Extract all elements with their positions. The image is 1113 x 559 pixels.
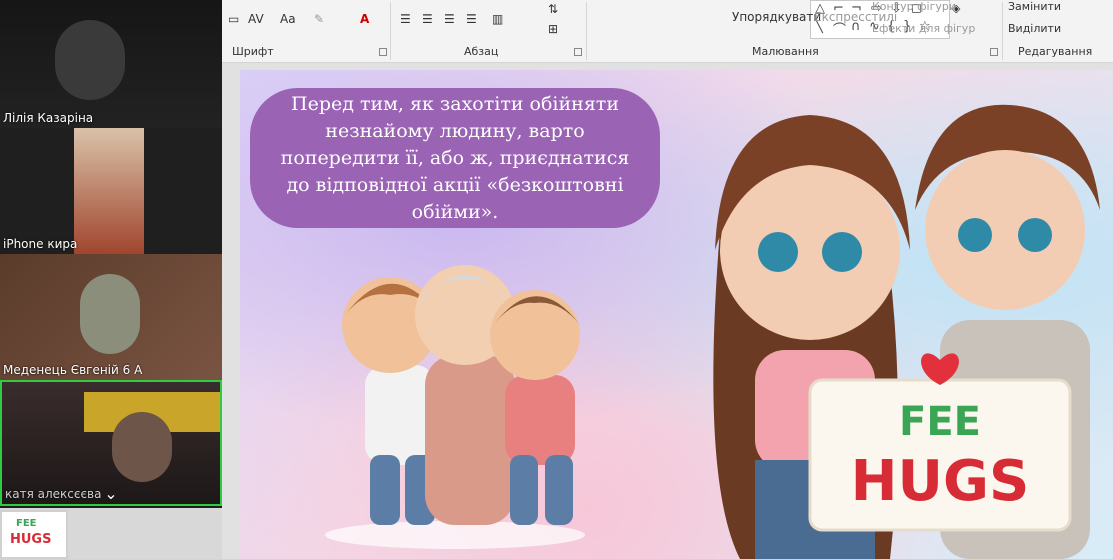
drawing-group-label: Малювання (752, 45, 819, 58)
participant-3-name: Меденець Євгеній 6 А (3, 363, 143, 377)
shape-effects-button[interactable]: Ефекти для фігур (872, 22, 975, 35)
slide-thumbnail[interactable]: FEE HUGS (0, 510, 68, 559)
chevron-down-icon[interactable]: ⌄ (100, 484, 122, 503)
text-direction-icon[interactable]: ⇅ (548, 2, 558, 16)
drawing-dialog-launcher[interactable] (990, 48, 998, 56)
participant-2-video (74, 128, 144, 254)
thumbnail-text-line2: HUGS (10, 532, 52, 547)
align-center-icon[interactable]: ☰ (422, 12, 433, 26)
arrange-button[interactable]: Упорядкувати (732, 10, 821, 24)
paragraph-group-label: Абзац (464, 45, 499, 58)
shape-outline-button[interactable]: Контур фігури (872, 0, 956, 13)
font-dialog-launcher[interactable] (379, 48, 387, 56)
editing-group-label: Редагування (1018, 45, 1093, 58)
change-case-button[interactable]: Aa (280, 12, 296, 26)
char-spacing-button[interactable]: AV (248, 12, 264, 26)
slide-workspace: Перед тим, як захотіти обійняти незнайом… (222, 63, 1113, 559)
participant-3-video (80, 274, 140, 354)
kids-illustration: FEE HUGS (713, 104, 1100, 559)
ribbon: ▭ AV Aa ✎ A Шрифт ☰ ☰ ☰ ☰ ▥ ⇅ ⊞ Абзац △ … (222, 0, 1113, 63)
replace-button[interactable]: Замінити (1008, 0, 1061, 13)
font-group-label: Шрифт (232, 45, 274, 58)
participant-tile-2[interactable]: iPhone кира (0, 128, 222, 254)
slide-text: Перед тим, як захотіти обійняти незнайом… (280, 92, 630, 223)
font-color-fill-button[interactable]: ▭ (228, 12, 239, 26)
participant-tile-3[interactable]: Меденець Євгеній 6 А (0, 254, 222, 380)
quick-styles-button[interactable]: Експресстилі (814, 10, 897, 24)
justify-icon[interactable]: ☰ (466, 12, 477, 26)
participant-1-video (55, 20, 125, 100)
text-bubble[interactable]: Перед тим, як захотіти обійняти незнайом… (250, 88, 660, 228)
participant-tile-1[interactable]: Лілія Казаріна (0, 0, 222, 128)
hug-illustration (325, 265, 585, 549)
font-color-button[interactable]: A (360, 12, 369, 26)
align-left-icon[interactable]: ☰ (400, 12, 411, 26)
columns-icon[interactable]: ▥ (492, 12, 503, 26)
participant-2-name: iPhone кира (3, 237, 78, 251)
slide-canvas[interactable]: Перед тим, як захотіти обійняти незнайом… (240, 70, 1113, 559)
sign-text-line1: FEE (899, 399, 981, 445)
participant-4-name: катя алексєєва (5, 487, 102, 501)
align-right-icon[interactable]: ☰ (444, 12, 455, 26)
participant-4-video (112, 412, 172, 482)
video-panel: Лілія Казаріна iPhone кира Меденець Євге… (0, 0, 222, 508)
thumbnail-text-line1: FEE (16, 518, 37, 529)
sign-text-line2: HUGS (851, 449, 1030, 514)
participant-1-name: Лілія Казаріна (3, 111, 94, 125)
select-button[interactable]: Виділити (1008, 22, 1061, 35)
paragraph-dialog-launcher[interactable] (574, 48, 582, 56)
highlight-icon[interactable]: ✎ (314, 12, 324, 26)
smartart-icon[interactable]: ⊞ (548, 22, 558, 36)
